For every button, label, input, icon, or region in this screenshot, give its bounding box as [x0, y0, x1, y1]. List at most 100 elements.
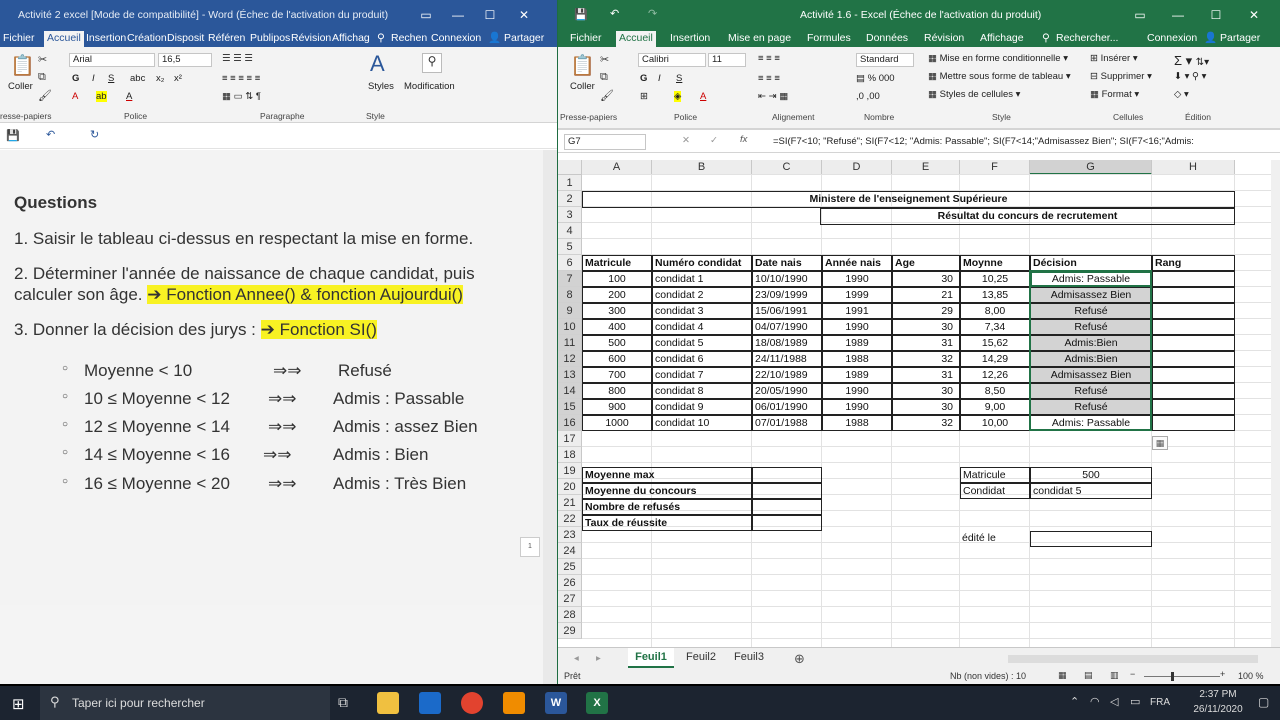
row-header[interactable]: 13: [558, 367, 582, 383]
cut-icon[interactable]: ✂: [600, 53, 609, 66]
confirm-icon[interactable]: ✓: [710, 135, 718, 146]
paste-label[interactable]: Coller: [8, 81, 33, 92]
row-header[interactable]: 7: [558, 271, 582, 287]
superscript-button[interactable]: x²: [174, 73, 182, 84]
row-header[interactable]: 11: [558, 335, 582, 351]
bullets-icon[interactable]: ☰ ☰ ☰: [222, 53, 253, 64]
table-cell[interactable]: 04/07/1990: [752, 319, 822, 335]
tab-affichage[interactable]: Affichag: [332, 31, 370, 47]
edited-value[interactable]: [1030, 531, 1152, 547]
table-cell[interactable]: 29: [892, 303, 960, 319]
strikethrough-button[interactable]: abc: [130, 73, 145, 84]
function-icon[interactable]: fx: [740, 134, 747, 145]
table-cell[interactable]: 23/09/1999: [752, 287, 822, 303]
close-icon[interactable]: ✕: [510, 0, 538, 30]
table-header-cell[interactable]: Age: [892, 255, 960, 271]
tell-me-search[interactable]: Rechen: [391, 31, 427, 47]
row-header[interactable]: 23: [558, 527, 582, 543]
modification-label[interactable]: Modification: [404, 81, 455, 92]
highlight-icon[interactable]: ab: [96, 91, 107, 102]
table-cell[interactable]: [1152, 271, 1235, 287]
zoom-slider[interactable]: [1144, 676, 1220, 677]
cell-styles-button[interactable]: ▦ Styles de cellules ▾: [928, 89, 1020, 100]
word-taskbar-icon[interactable]: W: [545, 692, 567, 714]
table-cell[interactable]: condidat 5: [652, 335, 752, 351]
bold-button[interactable]: G: [640, 73, 647, 84]
table-cell[interactable]: 1000: [582, 415, 652, 431]
add-sheet-icon[interactable]: ⊕: [794, 651, 805, 667]
table-cell[interactable]: condidat 6: [652, 351, 752, 367]
row-header[interactable]: 20: [558, 479, 582, 495]
underline-button[interactable]: S: [108, 73, 114, 84]
conditional-format-button[interactable]: ▦ Mise en forme conditionnelle ▾: [928, 53, 1068, 64]
table-cell[interactable]: 30: [892, 319, 960, 335]
tab-revision[interactable]: Révision: [291, 31, 331, 47]
table-cell[interactable]: Refusé: [1030, 383, 1152, 399]
table-cell[interactable]: condidat 9: [652, 399, 752, 415]
row-header[interactable]: 4: [558, 223, 582, 239]
row-header[interactable]: 28: [558, 607, 582, 623]
table-cell[interactable]: Admis: Passable: [1030, 415, 1152, 431]
font-size-box[interactable]: 16,5: [158, 53, 212, 67]
connexion-link[interactable]: Connexion: [1147, 31, 1197, 47]
stat-label[interactable]: Nombre de refusés: [582, 499, 752, 515]
word-vertical-scrollbar[interactable]: [543, 150, 557, 684]
table-cell[interactable]: 700: [582, 367, 652, 383]
row-header[interactable]: 22: [558, 511, 582, 527]
paste-label[interactable]: Coller: [570, 81, 595, 92]
taskbar-search-box[interactable]: ⚲ Taper ici pour rechercher: [40, 686, 330, 720]
currency-icons[interactable]: ▤ % 000: [856, 73, 895, 84]
edited-label[interactable]: édité le: [960, 531, 1030, 547]
view-layout-icon[interactable]: ▤: [1084, 670, 1093, 681]
table-header-cell[interactable]: Numéro condidat: [652, 255, 752, 271]
chrome-icon[interactable]: [461, 692, 483, 714]
tab-mise-en-page[interactable]: Mise en page: [728, 31, 791, 47]
table-cell[interactable]: 8,00: [960, 303, 1030, 319]
tab-insertion[interactable]: Insertion: [670, 31, 710, 47]
stat-value[interactable]: [752, 467, 822, 483]
table-cell[interactable]: 30: [892, 383, 960, 399]
row-header[interactable]: 16: [558, 415, 582, 431]
row-header[interactable]: 19: [558, 463, 582, 479]
table-cell[interactable]: condidat 1: [652, 271, 752, 287]
table-header-cell[interactable]: Décision: [1030, 255, 1152, 271]
sheet-tab-feuil3[interactable]: Feuil3: [728, 648, 770, 668]
table-cell[interactable]: 200: [582, 287, 652, 303]
zoom-out-icon[interactable]: −: [1130, 669, 1135, 679]
undo-icon[interactable]: ↶: [610, 7, 619, 20]
minimize-icon[interactable]: —: [444, 0, 472, 30]
lookup-condidat-value[interactable]: condidat 5: [1030, 483, 1152, 499]
row-header[interactable]: 1: [558, 175, 582, 191]
table-cell[interactable]: Admisassez Bien: [1030, 287, 1152, 303]
zoom-slider-thumb[interactable]: [1171, 672, 1174, 681]
tab-fichier[interactable]: Fichier: [570, 31, 602, 47]
align-top-icons[interactable]: ≡ ≡ ≡: [758, 53, 780, 64]
tab-formules[interactable]: Formules: [807, 31, 851, 47]
save-icon[interactable]: 💾: [6, 129, 20, 142]
autosum-icon[interactable]: Σ ▾ ⇅▾: [1174, 53, 1209, 69]
table-format-button[interactable]: ▦ Mettre sous forme de tableau ▾: [928, 71, 1071, 82]
view-normal-icon[interactable]: ▦: [1058, 670, 1067, 681]
paragraph-icons[interactable]: ▦ ▭ ⇅ ¶: [222, 91, 261, 102]
stat-value[interactable]: [752, 499, 822, 515]
align-icons[interactable]: ≡ ≡ ≡: [758, 73, 780, 84]
connexion-link[interactable]: Connexion: [431, 31, 481, 47]
italic-button[interactable]: I: [658, 73, 661, 84]
volume-icon[interactable]: ◁: [1110, 695, 1118, 708]
table-cell[interactable]: [1152, 303, 1235, 319]
text-effects-icon[interactable]: A: [72, 91, 78, 102]
maximize-icon[interactable]: ☐: [476, 0, 504, 30]
row-header[interactable]: 9: [558, 303, 582, 319]
row-header[interactable]: 3: [558, 207, 582, 223]
table-cell[interactable]: 21: [892, 287, 960, 303]
copy-icon[interactable]: ⧉: [600, 71, 608, 84]
table-cell[interactable]: [1152, 367, 1235, 383]
table-cell[interactable]: condidat 2: [652, 287, 752, 303]
excel-taskbar-icon[interactable]: X: [586, 692, 608, 714]
stat-label[interactable]: Taux de réussite: [582, 515, 752, 531]
tab-creation[interactable]: Création: [127, 31, 167, 47]
row-header[interactable]: 6: [558, 255, 582, 271]
table-cell[interactable]: 1990: [822, 399, 892, 415]
borders-icon[interactable]: ⊞: [640, 91, 648, 102]
row-header[interactable]: 8: [558, 287, 582, 303]
